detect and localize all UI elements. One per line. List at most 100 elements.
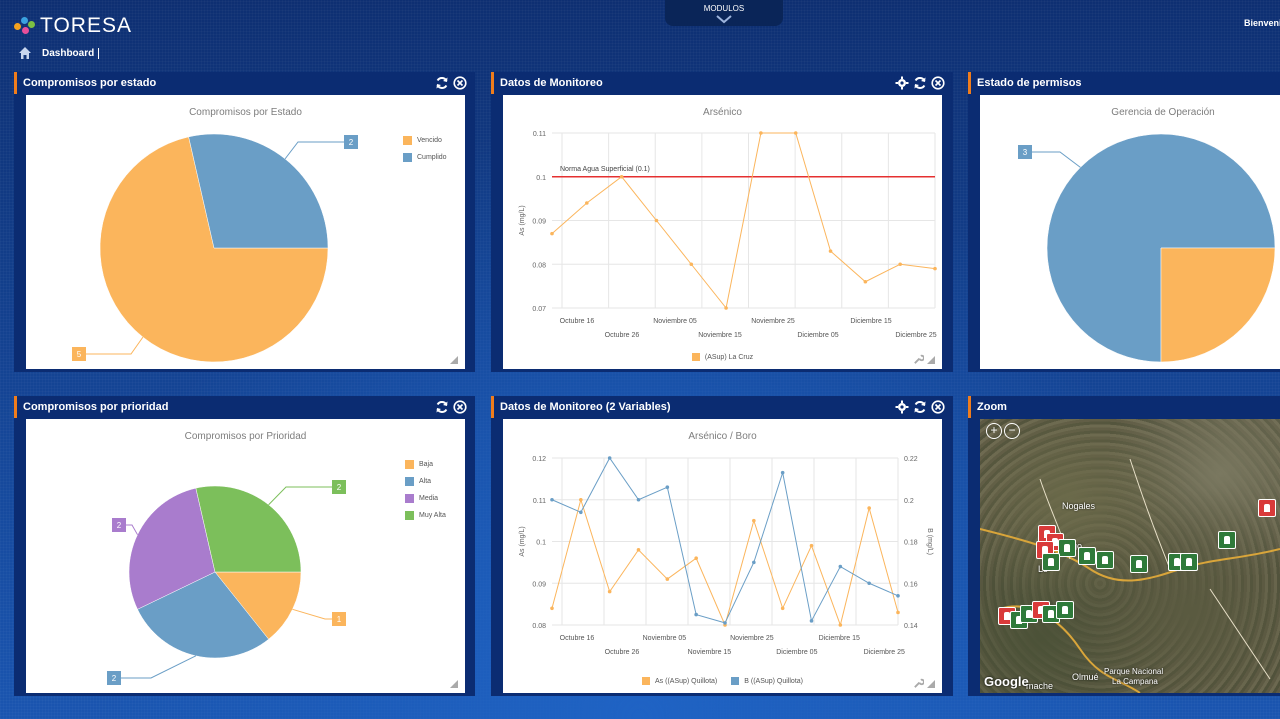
toresa-logo[interactable]: TORESA <box>14 14 132 38</box>
panel-header: Zoom <box>968 396 1280 418</box>
home-icon[interactable] <box>18 46 32 60</box>
refresh-icon[interactable] <box>435 76 449 90</box>
y-tick-label: 0.1 <box>536 175 546 182</box>
legend-item[interactable]: Alta <box>405 477 446 486</box>
refresh-icon[interactable] <box>913 400 927 414</box>
data-label-connector <box>126 524 138 535</box>
map-marker-icon[interactable] <box>1130 555 1148 573</box>
data-label-connector <box>292 608 332 620</box>
satellite-map[interactable]: + − Nogales ango Lo Olmué mache Parque N… <box>980 419 1280 693</box>
legend-swatch <box>405 460 414 469</box>
zoom-in-button[interactable]: + <box>986 423 1002 439</box>
x-tick-label: Diciembre 15 <box>819 635 860 642</box>
legend-item[interactable]: As ((ASup) Quillota) <box>642 677 717 685</box>
refresh-icon[interactable] <box>435 400 449 414</box>
welcome-text: Bienvenido <box>1244 18 1280 28</box>
legend-label: Vencido <box>417 137 442 144</box>
y-tick-label: 0.1 <box>536 540 546 547</box>
panel-zoom: Zoom + − Nogales ango Lo Olmué mache Par… <box>968 396 1280 696</box>
legend-item[interactable]: (ASup) La Cruz <box>691 353 754 361</box>
y-tick-label: 0.12 <box>532 456 546 463</box>
wrench-icon[interactable] <box>913 678 924 689</box>
wrench-icon[interactable] <box>913 354 924 365</box>
breadcrumb-dashboard[interactable]: Dashboard <box>42 47 100 59</box>
line-chart-arsenico: 0.11 0.1 0.09 0.08 0.07 Octubre 16 Noviembre 0… <box>519 131 937 339</box>
x-tick-label: Noviembre 15 <box>688 649 732 656</box>
map-label-olmue: Olmué <box>1072 672 1099 682</box>
legend-item[interactable]: Media <box>405 494 446 503</box>
data-label: 2 <box>117 521 122 530</box>
resize-handle-icon[interactable] <box>926 679 936 689</box>
y-tick-label: 0.09 <box>532 219 546 226</box>
data-point <box>780 606 785 611</box>
pie-chart-permisos: 3 <box>1018 133 1276 363</box>
resize-handle-icon[interactable] <box>926 355 936 365</box>
y-tick-label: 0.11 <box>533 498 546 505</box>
close-icon[interactable] <box>931 400 945 414</box>
data-label: 5 <box>77 350 82 359</box>
close-icon[interactable] <box>931 76 945 90</box>
data-point <box>579 497 583 502</box>
data-point <box>933 266 937 271</box>
legend-swatch <box>405 477 414 486</box>
panel-title: Zoom <box>977 401 1007 413</box>
data-point <box>694 612 698 617</box>
panel-compromisos-estado: Compromisos por estado Compromisos por E… <box>14 72 475 372</box>
legend-item[interactable]: Baja <box>405 460 446 469</box>
data-label: 2 <box>337 483 342 492</box>
data-point <box>896 610 900 615</box>
marker-glyph <box>1064 544 1070 552</box>
legend-swatch <box>403 153 412 162</box>
threshold-label: Norma Agua Superficial (0.1) <box>560 166 650 173</box>
data-point <box>759 131 763 135</box>
map-marker-icon[interactable] <box>1096 551 1114 569</box>
refresh-icon[interactable] <box>913 76 927 90</box>
data-point <box>896 593 900 598</box>
marker-glyph <box>1136 560 1142 568</box>
y2-tick-label: 0.2 <box>904 498 914 505</box>
x-tick-label: Noviembre 05 <box>653 318 697 325</box>
legend-label: Alta <box>419 478 432 485</box>
panel-title: Datos de Monitoreo <box>500 77 603 89</box>
legend-swatch <box>405 494 414 503</box>
resize-handle-icon[interactable] <box>449 355 459 365</box>
data-label: 1 <box>337 615 342 624</box>
gear-icon[interactable] <box>895 76 909 90</box>
y-tick-label: 0.08 <box>532 262 546 269</box>
data-point <box>607 456 612 460</box>
gear-icon[interactable] <box>895 400 909 414</box>
map-container[interactable]: + − Nogales ango Lo Olmué mache Parque N… <box>980 419 1280 693</box>
close-icon[interactable] <box>453 76 467 90</box>
legend-item[interactable]: Cumplido <box>403 153 447 162</box>
map-marker-icon[interactable] <box>1180 553 1198 571</box>
map-marker-icon[interactable] <box>1078 547 1096 565</box>
y-tick-label: 0.09 <box>532 581 546 588</box>
panel-title: Compromisos por prioridad <box>23 401 169 413</box>
resize-handle-icon[interactable] <box>449 679 459 689</box>
legend-item[interactable]: Muy Alta <box>405 511 446 520</box>
zoom-out-button[interactable]: − <box>1004 423 1020 439</box>
map-marker-icon[interactable] <box>1058 539 1076 557</box>
data-point <box>752 560 756 565</box>
pie-slice <box>1160 247 1276 363</box>
map-marker-icon[interactable] <box>1218 531 1236 549</box>
panel-header: Compromisos por prioridad <box>14 396 475 418</box>
data-point <box>654 218 659 223</box>
modules-menu-tab[interactable]: MODULOS <box>665 0 783 26</box>
close-icon[interactable] <box>453 400 467 414</box>
panel-datos-monitoreo: Datos de Monitoreo Arsénico 0.11 0.1 0.09 0… <box>491 72 953 372</box>
legend-label: (ASup) La Cruz <box>704 353 754 361</box>
map-marker-icon[interactable] <box>1042 553 1060 571</box>
y2-tick-label: 0.14 <box>904 623 918 630</box>
map-marker-icon[interactable] <box>1056 601 1074 619</box>
data-label-connector <box>268 486 332 506</box>
data-point <box>867 581 871 586</box>
chart-legend: (ASup) La Cruz <box>503 353 942 361</box>
map-label-parque: Parque Nacional <box>1104 667 1164 676</box>
map-marker-icon[interactable] <box>1258 499 1276 517</box>
y-tick-label: 0.07 <box>532 306 546 313</box>
legend-item[interactable]: Vencido <box>403 136 447 145</box>
line-chart-arsenico-boro: 0.12 0.11 0.1 0.09 0.08 Octubre 16 Noviembre 0… <box>519 456 933 656</box>
legend-item[interactable]: B ((ASup) Quillota) <box>731 677 803 685</box>
marker-glyph <box>1102 556 1108 564</box>
